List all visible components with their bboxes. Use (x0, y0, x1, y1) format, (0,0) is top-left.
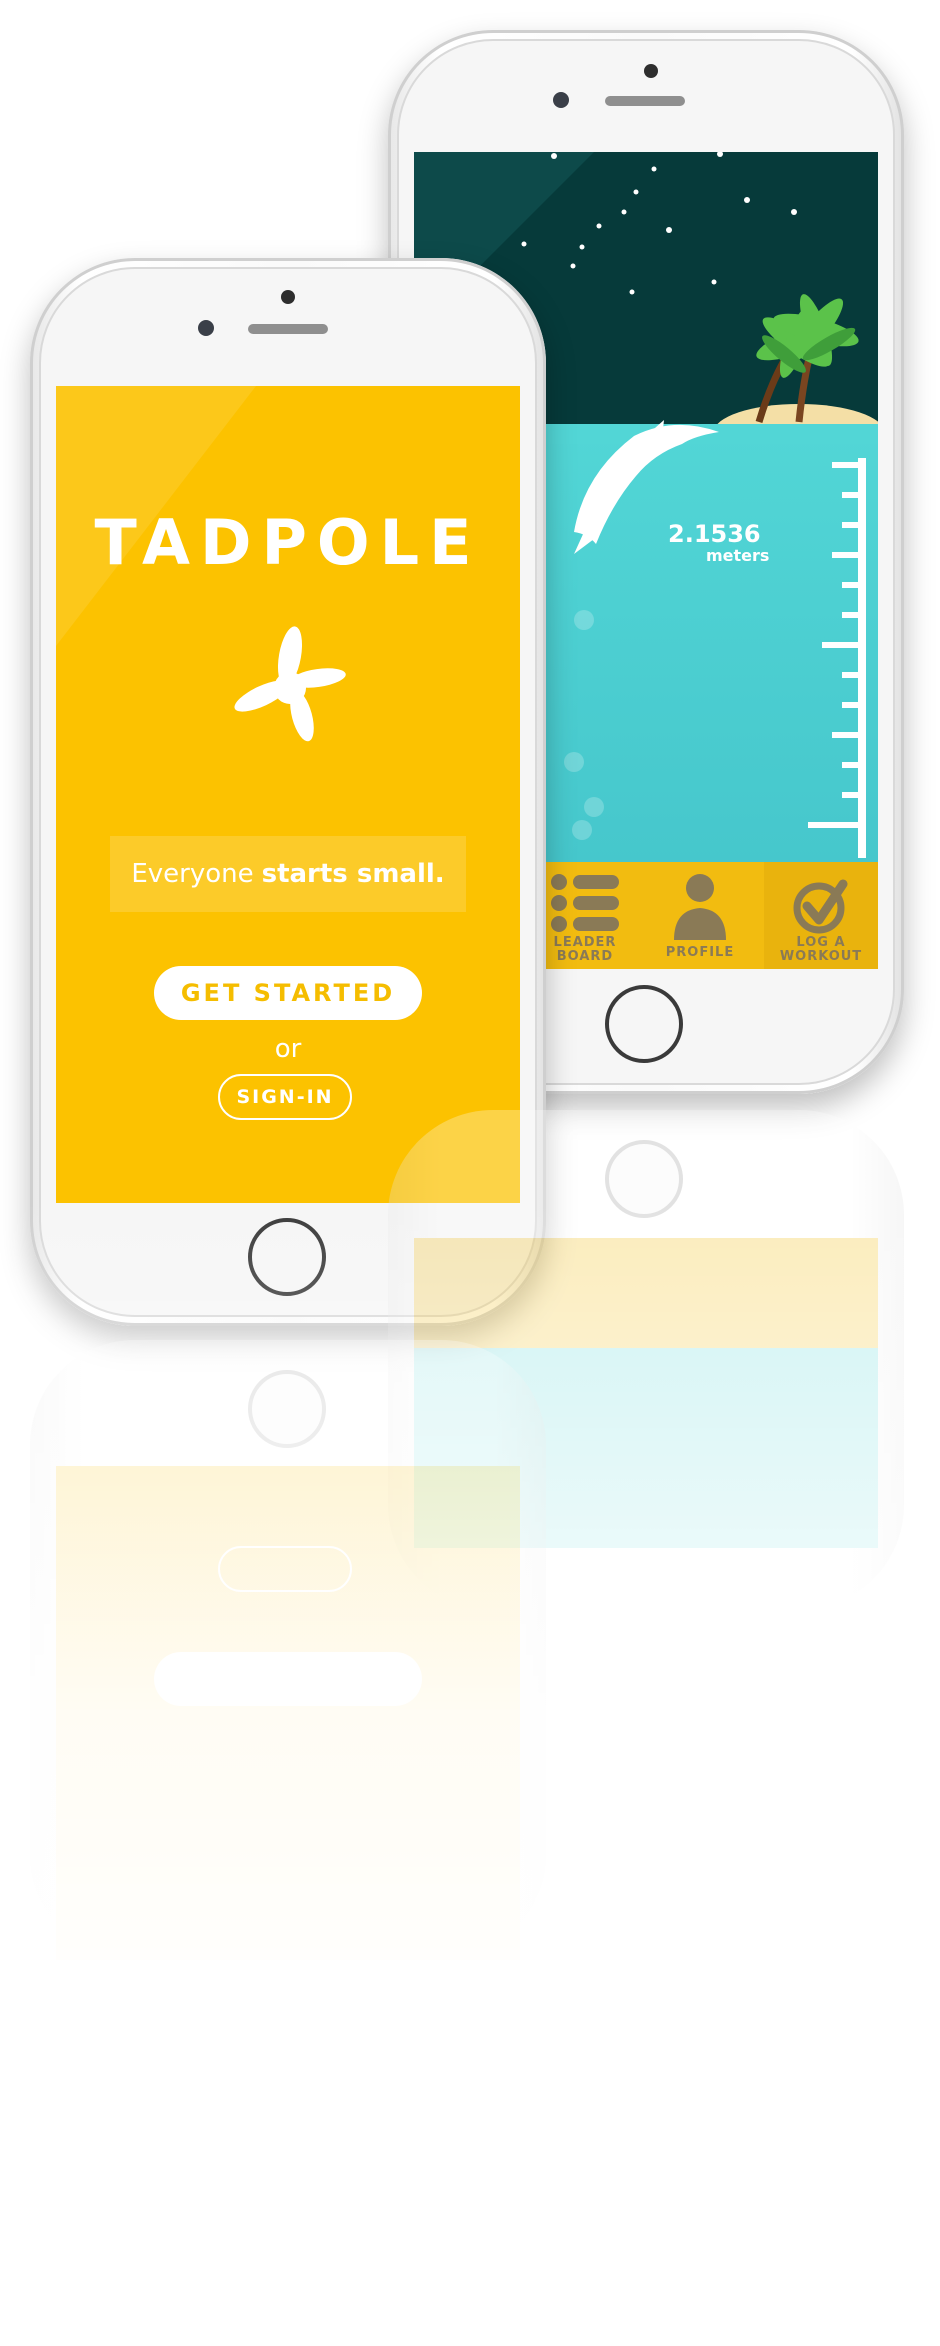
bubble (584, 797, 604, 817)
app-logo-wordmark: TADPOLE (94, 506, 482, 579)
distance-unit: meters (706, 546, 770, 565)
tab-label: BOARD (556, 949, 614, 964)
bubble (564, 752, 584, 772)
camera-dot (281, 290, 295, 304)
tagline-regular: Everyone (131, 859, 254, 889)
sign-in-button[interactable]: SIGN-IN (218, 1074, 352, 1120)
tab-leaderboard[interactable]: LEADER BOARD (544, 862, 626, 969)
tab-label: LOG A (796, 935, 846, 950)
tab-label: PROFILE (665, 945, 735, 960)
list-icon (551, 874, 619, 932)
tadpole-logo-icon (234, 626, 346, 742)
tab-log-workout[interactable]: LOG A WORKOUT (764, 862, 878, 969)
check-icon (793, 879, 848, 934)
distance-value: 2.1536 (668, 520, 761, 548)
depth-ruler (808, 458, 866, 858)
bubble (572, 820, 592, 840)
tagline-bold: starts small. (261, 859, 445, 889)
speaker-grille (248, 324, 328, 334)
tab-label: WORKOUT (779, 949, 863, 964)
front-camera (198, 320, 214, 336)
home-button[interactable] (605, 985, 683, 1063)
bubble (574, 610, 594, 630)
tagline: Everyone starts small. (110, 836, 466, 912)
welcome-screen: TADPOLE Everyone starts small. GET START… (56, 386, 520, 1203)
camera-dot (644, 64, 658, 78)
person-icon (674, 874, 726, 940)
speaker-grille (605, 96, 685, 106)
front-camera (553, 92, 569, 108)
tab-label: LEADER (553, 935, 617, 950)
reflection-fade (0, 1200, 940, 2346)
or-separator: or (274, 1034, 302, 1064)
get-started-button[interactable]: GET STARTED (154, 966, 422, 1020)
tab-profile[interactable]: PROFILE (650, 862, 750, 969)
